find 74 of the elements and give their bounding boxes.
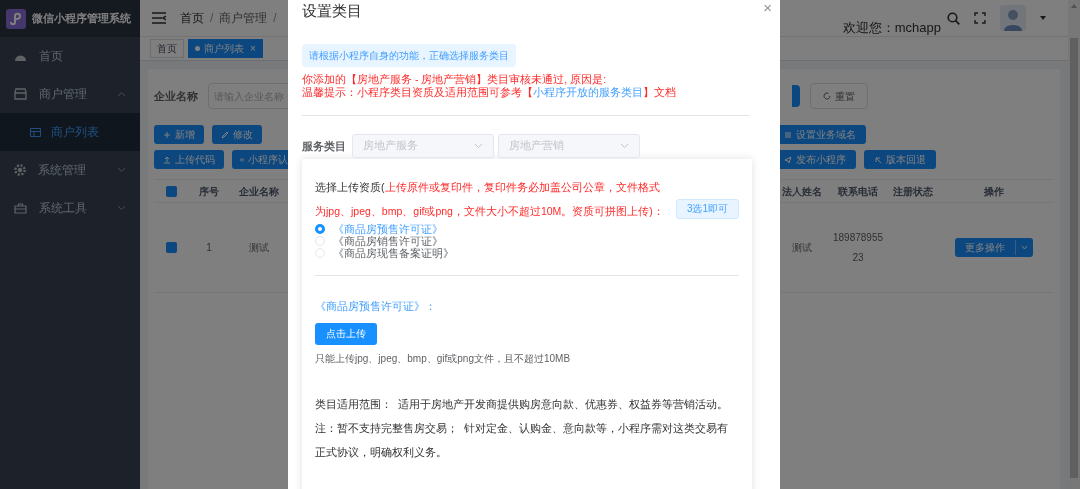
radio-option[interactable]: 《商品房现售备案证明》: [315, 247, 739, 259]
column-header: 企业名称: [238, 184, 280, 199]
checkbox[interactable]: [166, 242, 177, 253]
chevron-icon: [117, 91, 126, 97]
sidebar-item[interactable]: 系统工具: [0, 189, 140, 227]
fullscreen-icon[interactable]: [974, 12, 986, 24]
sidebar-subitem[interactable]: 商户列表: [0, 113, 140, 151]
category-doc-link[interactable]: 小程序开放的服务类目: [533, 86, 643, 98]
upload-instructions: 选择上传资质(上传原件或复印件，复印件务必加盖公司公章，文件格式为jpg、jpeg、bmp、gif或png，文件大小不超过10M。资质可拼图上传)：: [315, 180, 665, 219]
column-header: 法人姓名: [780, 184, 823, 199]
toolbar-button[interactable]: 设置业务域名: [780, 125, 866, 144]
error-message: 你添加的【房地产服务 - 房地产营销】类目审核未通过, 原因是:: [302, 73, 608, 86]
column-header: 注册状态: [892, 184, 934, 199]
arrow-icon: [874, 155, 882, 164]
table-icon: [30, 127, 41, 137]
welcome-text: 欢迎您：mchapp: [842, 19, 941, 38]
toolbar-button[interactable]: 新增: [154, 125, 204, 144]
breadcrumb-separator: /: [210, 10, 214, 27]
chevron-icon: [1021, 245, 1028, 250]
reset-button[interactable]: 重置: [810, 83, 868, 109]
tab[interactable]: 首页: [150, 39, 184, 58]
app-title: 微信小程序管理系统: [32, 11, 131, 27]
checkbox[interactable]: [166, 185, 177, 197]
column-header: 序号: [198, 184, 220, 199]
settings-icon: [14, 164, 26, 176]
chevron-icon: [117, 167, 126, 173]
search-icon[interactable]: [947, 11, 960, 25]
chevron-icon: [474, 143, 483, 149]
logo-icon: [6, 8, 26, 29]
avatar-icon[interactable]: [1000, 5, 1026, 31]
table-cell-text: 测试: [790, 241, 813, 255]
send-icon: [784, 155, 792, 164]
chevron-icon: [117, 205, 126, 211]
breadcrumb-item[interactable]: 首页: [180, 9, 204, 27]
radio-option[interactable]: 《商品房销售许可证》: [315, 235, 739, 247]
upload-hint: 只能上传jpg、jpeg、bmp、gif或png文件，且不超过10MB: [315, 351, 572, 366]
chevron-icon: [620, 143, 629, 149]
column-header: 联系电话: [837, 184, 879, 199]
storefront-icon: [14, 88, 27, 100]
table-cell-text: 测试: [248, 241, 270, 255]
list-icon: [784, 130, 792, 139]
toolbar-button[interactable]: 版本回退: [864, 150, 936, 169]
toolbox-icon: [14, 202, 27, 214]
tab[interactable]: 商户列表 ×: [188, 39, 263, 58]
table-cell-text: 1: [205, 241, 213, 255]
toolbar-button[interactable]: 小程序认: [232, 150, 290, 169]
tag: 3选1即可: [675, 199, 739, 219]
radio-option[interactable]: 《商品房预售许可证》: [315, 223, 739, 235]
table-cell-text: 18987895523: [831, 230, 885, 265]
toolbar-button[interactable]: 发布小程序: [780, 150, 856, 169]
sidebar-item[interactable]: 首页: [0, 37, 140, 75]
search-button[interactable]: [792, 85, 800, 107]
plus-icon: [163, 130, 171, 139]
close-icon[interactable]: ×: [250, 41, 256, 56]
close-button[interactable]: ×: [763, 0, 772, 15]
column-header: 操作: [983, 184, 1005, 199]
breadcrumb-item[interactable]: 商户管理: [219, 9, 268, 27]
breadcrumb-separator: /: [273, 10, 277, 27]
refresh-icon: [823, 92, 831, 100]
menu-icon[interactable]: [152, 12, 166, 24]
toolbar-button[interactable]: 修改: [212, 125, 262, 144]
toolbar-button[interactable]: 上传代码: [154, 150, 224, 169]
upload-button[interactable]: 点击上传: [315, 322, 377, 345]
more-actions-button[interactable]: 更多操作: [955, 238, 1033, 257]
dialog-title: 设置类目: [302, 1, 362, 21]
selected-document-label: 《商品房预售许可证》：: [315, 299, 437, 314]
pencil-icon: [221, 130, 229, 139]
scope-description: 类目适用范围： 适用于房地产开发商提供购房意向款、优惠券、权益券等营销活动。注：暂不支持完整售房交易； 针对定金、认购金、意向款等，小程序需对这类交易有正式协议，明确权利义务。: [315, 396, 730, 460]
field-label: 服务类目: [302, 138, 346, 154]
field-label: 企业名称: [154, 88, 198, 104]
info-alert: 请根据小程序自身的功能，正确选择服务类目: [302, 44, 516, 67]
tip-message: 温馨提示：小程序类目资质及适用范围可参考【小程序开放的服务类目】文档: [302, 86, 677, 99]
upload-icon: [163, 155, 171, 164]
caret-icon[interactable]: [1040, 16, 1046, 20]
